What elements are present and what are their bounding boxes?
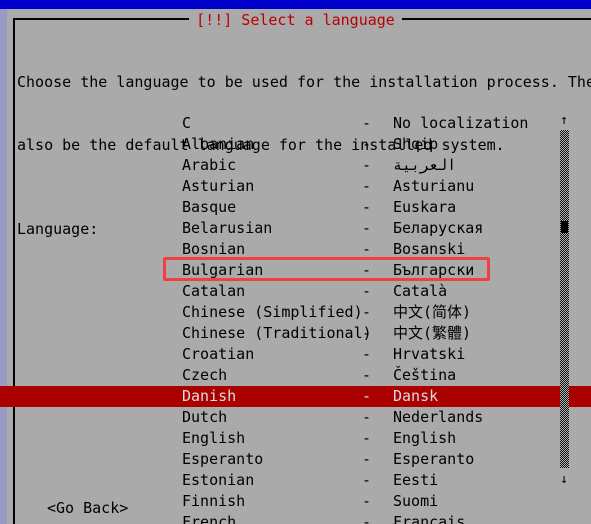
- language-native-name: Suomi: [393, 492, 439, 510]
- language-row[interactable]: Asturian - Asturianu: [0, 176, 591, 197]
- language-row[interactable]: Croatian - Hrvatski: [0, 344, 591, 365]
- language-separator-dash: -: [362, 261, 372, 279]
- language-name: Bulgarian: [182, 261, 264, 279]
- language-row[interactable]: Danish - Dansk: [0, 386, 591, 407]
- description-line-1: Choose the language to be used for the i…: [17, 73, 591, 91]
- language-separator-dash: -: [362, 303, 372, 321]
- language-separator-dash: -: [362, 114, 372, 132]
- language-separator-dash: -: [362, 366, 372, 384]
- language-name: Estonian: [182, 471, 255, 489]
- language-name: Catalan: [182, 282, 246, 300]
- language-name: Belarusian: [182, 219, 273, 237]
- language-name: Danish: [182, 387, 237, 405]
- language-separator-dash: -: [362, 324, 372, 342]
- language-native-name: Esperanto: [393, 450, 475, 468]
- language-native-name: Беларуская: [393, 219, 484, 237]
- language-row[interactable]: Bosnian - Bosanski: [0, 239, 591, 260]
- language-separator-dash: -: [362, 345, 372, 363]
- language-name: Finnish: [182, 492, 246, 510]
- language-row[interactable]: Catalan - Català: [0, 281, 591, 302]
- language-native-name: Dansk: [393, 387, 439, 405]
- scroll-down-arrow-icon[interactable]: ↓: [557, 472, 571, 488]
- language-row[interactable]: C - No localization: [0, 113, 591, 134]
- language-row[interactable]: Estonian - Eesti: [0, 470, 591, 491]
- language-name: Arabic: [182, 156, 237, 174]
- language-separator-dash: -: [362, 135, 372, 153]
- language-separator-dash: -: [362, 450, 372, 468]
- language-name: Esperanto: [182, 450, 264, 468]
- language-separator-dash: -: [362, 156, 372, 174]
- top-blue-bar: [0, 0, 591, 9]
- language-name: Chinese (Traditional): [182, 324, 372, 342]
- language-name: English: [182, 429, 246, 447]
- language-row[interactable]: Esperanto - Esperanto: [0, 449, 591, 470]
- language-native-name: Euskara: [393, 198, 457, 216]
- language-row[interactable]: Basque - Euskara: [0, 197, 591, 218]
- language-name: Albanian: [182, 135, 255, 153]
- language-row[interactable]: English - English: [0, 428, 591, 449]
- language-native-name: Bosanski: [393, 240, 466, 258]
- language-separator-dash: -: [362, 492, 372, 510]
- language-name: Croatian: [182, 345, 255, 363]
- language-row[interactable]: Dutch - Nederlands: [0, 407, 591, 428]
- scrollbar-trough[interactable]: [560, 130, 569, 468]
- language-separator-dash: -: [362, 429, 372, 447]
- language-native-name: 中文(繁體): [393, 324, 472, 342]
- language-name: French: [182, 513, 237, 524]
- language-row[interactable]: Albanian - Shqip: [0, 134, 591, 155]
- language-native-name: Asturianu: [393, 177, 475, 195]
- language-native-name: Nederlands: [393, 408, 484, 426]
- language-native-name: No localization: [393, 114, 529, 132]
- language-native-name: Català: [393, 282, 448, 300]
- scrollbar-thumb[interactable]: [561, 221, 568, 233]
- language-native-name: Hrvatski: [393, 345, 466, 363]
- language-name: Czech: [182, 366, 228, 384]
- language-separator-dash: -: [362, 282, 372, 300]
- language-name: Bosnian: [182, 240, 246, 258]
- language-native-name: Български: [393, 261, 475, 279]
- language-name: Asturian: [182, 177, 255, 195]
- language-native-name: Shqip: [393, 135, 439, 153]
- scroll-up-arrow-icon[interactable]: ↑: [557, 113, 571, 129]
- language-row[interactable]: Bulgarian - Български: [0, 260, 591, 281]
- language-list[interactable]: C - No localization Albanian - Shqip Arabic - ال…: [0, 113, 591, 524]
- language-row[interactable]: Arabic - العربية: [0, 155, 591, 176]
- language-name: Basque: [182, 198, 237, 216]
- language-native-name: 中文(简体): [393, 303, 472, 321]
- language-separator-dash: -: [362, 471, 372, 489]
- language-native-name: Eesti: [393, 471, 439, 489]
- language-separator-dash: -: [362, 177, 372, 195]
- installer-screen: [!!] Select a language Choose the langua…: [0, 0, 591, 524]
- language-row[interactable]: Chinese (Simplified) - 中文(简体): [0, 302, 591, 323]
- language-list-scrollbar[interactable]: ↑ ↓: [557, 113, 571, 488]
- language-separator-dash: -: [362, 408, 372, 426]
- language-separator-dash: -: [362, 513, 372, 524]
- language-row[interactable]: Chinese (Traditional) - 中文(繁體): [0, 323, 591, 344]
- language-native-name: العربية: [393, 156, 457, 174]
- language-name: C: [182, 114, 192, 132]
- language-row[interactable]: Czech - Čeština: [0, 365, 591, 386]
- language-separator-dash: -: [362, 219, 372, 237]
- language-row[interactable]: Belarusian - Беларуская: [0, 218, 591, 239]
- language-native-name: Français: [393, 513, 466, 524]
- language-separator-dash: -: [362, 240, 372, 258]
- language-separator-dash: -: [362, 198, 372, 216]
- language-separator-dash: -: [362, 387, 372, 405]
- go-back-button[interactable]: <Go Back>: [47, 498, 128, 518]
- language-name: Dutch: [182, 408, 228, 426]
- language-native-name: Čeština: [393, 366, 457, 384]
- language-name: Chinese (Simplified): [182, 303, 363, 321]
- language-native-name: English: [393, 429, 457, 447]
